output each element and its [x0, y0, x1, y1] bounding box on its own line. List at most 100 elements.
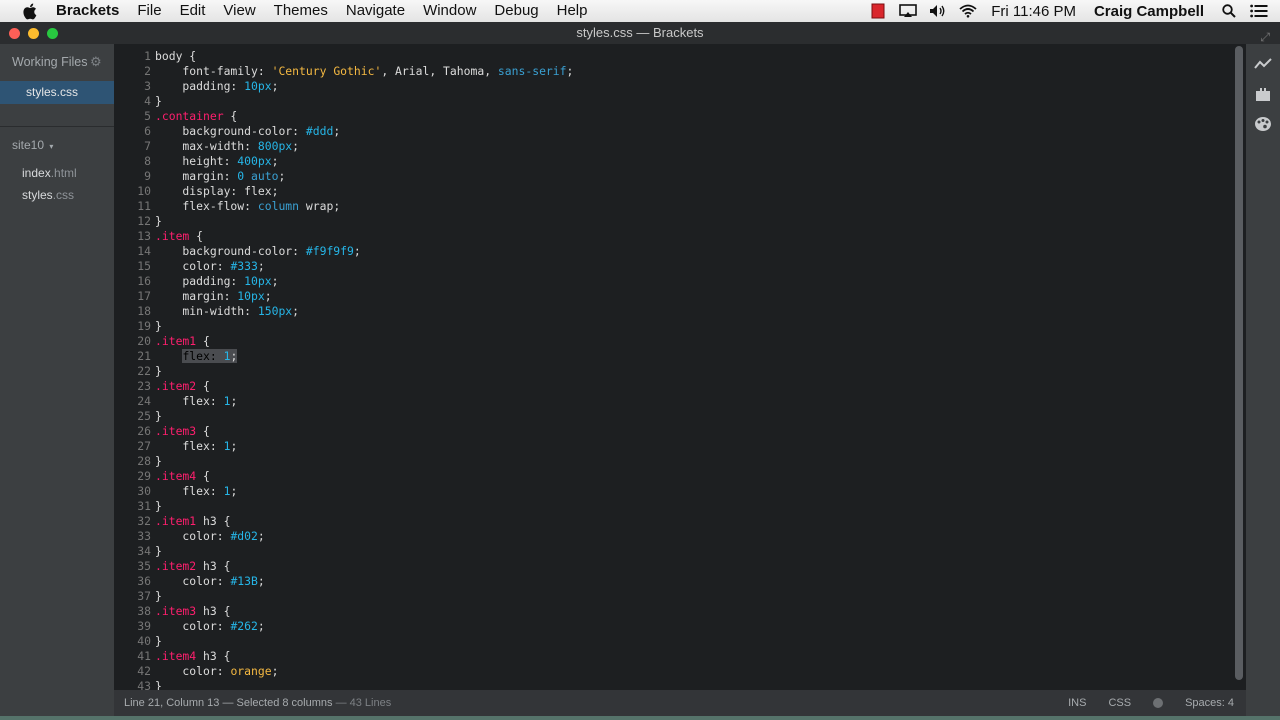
tree-item-name: styles: [22, 188, 53, 202]
code-token: {: [196, 424, 210, 438]
code-line[interactable]: 42 color: orange;: [114, 664, 573, 679]
code-line[interactable]: 31}: [114, 499, 573, 514]
code-line[interactable]: 33 color: #d02;: [114, 529, 573, 544]
notification-center-icon[interactable]: [1248, 0, 1270, 22]
code-line[interactable]: 27 flex: 1;: [114, 439, 573, 454]
scrollbar-thumb[interactable]: [1235, 46, 1243, 680]
code-token: #333: [230, 259, 258, 273]
code-token: .item2: [155, 559, 197, 573]
working-file-item[interactable]: styles.css: [0, 81, 114, 104]
code-token: , Arial, Tahoma,: [381, 64, 498, 78]
code-line[interactable]: 19}: [114, 319, 573, 334]
code-line[interactable]: 26 .item3 {: [114, 424, 573, 439]
menu-window[interactable]: Window: [414, 0, 485, 22]
line-number: 20: [137, 334, 151, 348]
menu-edit[interactable]: Edit: [171, 0, 215, 22]
spotlight-search-icon[interactable]: [1218, 0, 1240, 22]
menu-themes[interactable]: Themes: [265, 0, 337, 22]
code-line[interactable]: 8 height: 400px;: [114, 154, 573, 169]
code-line[interactable]: 11 flex-flow: column wrap;: [114, 199, 573, 214]
code-token: .item2: [155, 379, 197, 393]
code-editor[interactable]: 1 body {2 font-family: 'Century Gothic', …: [114, 44, 1246, 693]
code-line[interactable]: 28}: [114, 454, 573, 469]
code-line[interactable]: 30 flex: 1;: [114, 484, 573, 499]
menubar-user[interactable]: Craig Campbell: [1084, 3, 1214, 20]
code-line[interactable]: 2 font-family: 'Century Gothic', Arial, …: [114, 64, 573, 79]
recording-icon[interactable]: [867, 0, 889, 22]
live-preview-icon[interactable]: [1253, 54, 1273, 74]
gear-icon[interactable]: ⚙: [90, 54, 102, 70]
menu-view[interactable]: View: [214, 0, 264, 22]
close-window-button[interactable]: [9, 28, 20, 39]
zoom-window-button[interactable]: [47, 28, 58, 39]
code-line[interactable]: 32 .item1 h3 {: [114, 514, 573, 529]
code-line[interactable]: 3 padding: 10px;: [114, 79, 573, 94]
airplay-icon[interactable]: [897, 0, 919, 22]
extension-manager-icon[interactable]: [1253, 84, 1273, 104]
project-dropdown[interactable]: site10 ▾: [12, 138, 53, 152]
volume-icon[interactable]: [927, 0, 949, 22]
tree-item-index[interactable]: index.html: [22, 166, 77, 180]
insert-mode-toggle[interactable]: INS: [1068, 690, 1086, 716]
code-line[interactable]: 13 .item {: [114, 229, 573, 244]
wifi-icon[interactable]: [957, 0, 979, 22]
code-line[interactable]: 23 .item2 {: [114, 379, 573, 394]
code-token: .item: [155, 229, 190, 243]
code-line[interactable]: 14 background-color: #f9f9f9;: [114, 244, 573, 259]
line-number: 27: [137, 439, 151, 453]
code-line[interactable]: 36 color: #13B;: [114, 574, 573, 589]
code-line[interactable]: 41 .item4 h3 {: [114, 649, 573, 664]
linter-status-icon[interactable]: [1153, 698, 1164, 708]
code-token: 800px: [257, 139, 293, 153]
menu-file[interactable]: File: [128, 0, 170, 22]
code-line[interactable]: 25}: [114, 409, 573, 424]
code-line[interactable]: 16 padding: 10px;: [114, 274, 573, 289]
menu-navigate[interactable]: Navigate: [337, 0, 414, 22]
code-line[interactable]: 10 display: flex;: [114, 184, 573, 199]
menubar-clock[interactable]: Fri 11:46 PM: [983, 3, 1084, 20]
theme-palette-icon[interactable]: [1253, 114, 1273, 134]
code-line[interactable]: 12}: [114, 214, 573, 229]
cursor-position[interactable]: Line 21, Column 13 — Selected 8 columns: [124, 697, 333, 709]
code-line[interactable]: 21 flex: 1;: [114, 349, 573, 364]
line-number: 40: [137, 634, 151, 648]
tree-item-styles[interactable]: styles.css: [22, 188, 74, 202]
code-line[interactable]: 40}: [114, 634, 573, 649]
language-select[interactable]: CSS: [1108, 690, 1131, 716]
sidebar-divider: [0, 126, 114, 127]
code-line[interactable]: 37}: [114, 589, 573, 604]
code-line[interactable]: 20 .item1 {: [114, 334, 573, 349]
code-token: color:: [155, 259, 231, 273]
code-line[interactable]: 24 flex: 1;: [114, 394, 573, 409]
code-token: ;: [292, 139, 300, 153]
minimize-window-button[interactable]: [28, 28, 39, 39]
apple-icon[interactable]: [18, 0, 40, 22]
code-line[interactable]: 22}: [114, 364, 573, 379]
indent-setting[interactable]: Spaces: 4: [1185, 690, 1234, 716]
code-token: flex:: [155, 439, 224, 453]
code-line[interactable]: 4}: [114, 94, 573, 109]
code-line[interactable]: 34}: [114, 544, 573, 559]
menu-debug[interactable]: Debug: [485, 0, 547, 22]
code-line[interactable]: 5 .container {: [114, 109, 573, 124]
line-count: — 43 Lines: [335, 697, 392, 709]
code-token: padding:: [155, 274, 245, 288]
code-line[interactable]: 1 body {: [114, 49, 573, 64]
code-line[interactable]: 6 background-color: #ddd;: [114, 124, 573, 139]
code-lines[interactable]: 1 body {2 font-family: 'Century Gothic', …: [114, 49, 573, 694]
code-line[interactable]: 35 .item2 h3 {: [114, 559, 573, 574]
code-line[interactable]: 15 color: #333;: [114, 259, 573, 274]
menu-help[interactable]: Help: [548, 0, 597, 22]
editor-scrollbar[interactable]: [1233, 44, 1246, 690]
code-line[interactable]: 39 color: #262;: [114, 619, 573, 634]
code-line[interactable]: 7 max-width: 800px;: [114, 139, 573, 154]
menu-app-brackets[interactable]: Brackets: [54, 0, 128, 22]
code-line[interactable]: 29 .item4 {: [114, 469, 573, 484]
code-line[interactable]: 17 margin: 10px;: [114, 289, 573, 304]
code-token: flex:: [155, 484, 224, 498]
code-line[interactable]: 18 min-width: 150px;: [114, 304, 573, 319]
code-line[interactable]: 9 margin: 0 auto;: [114, 169, 573, 184]
code-line[interactable]: 38 .item3 h3 {: [114, 604, 573, 619]
code-token: #d02: [230, 529, 258, 543]
